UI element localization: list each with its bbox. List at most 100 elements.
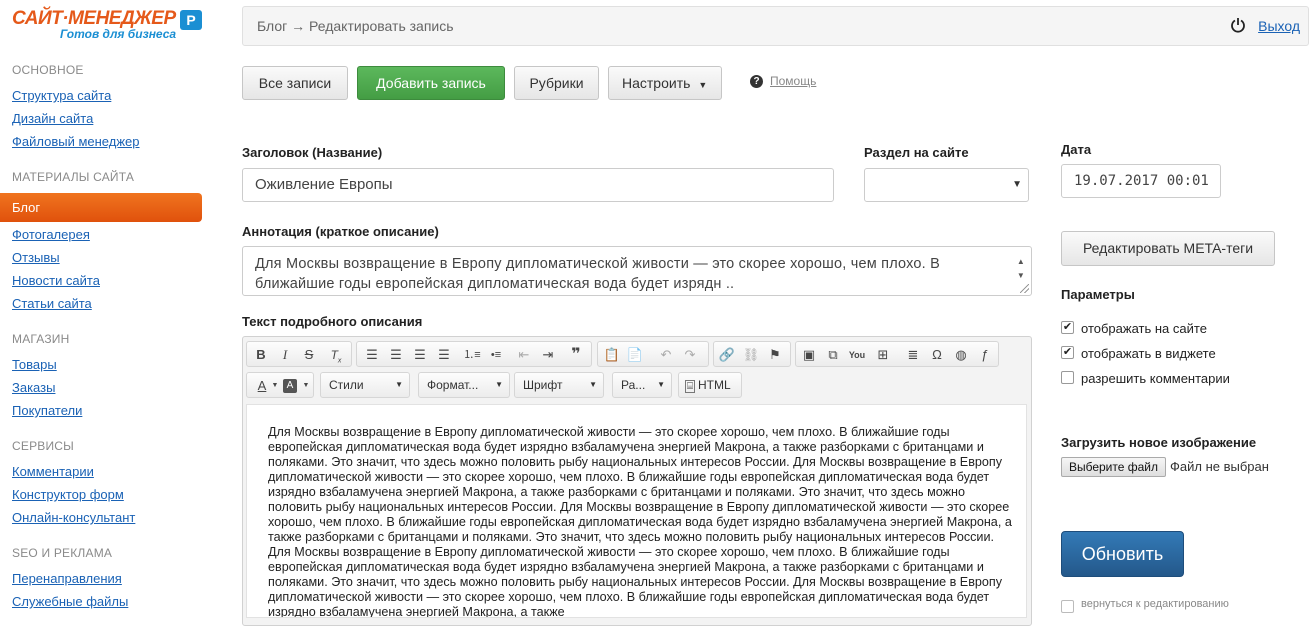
question-icon[interactable]: ? [750,75,763,88]
sidebar-section-title: СЕРВИСЫ [12,439,74,453]
help-link[interactable]: Помощь [770,74,816,88]
bg-color-caret-icon[interactable]: ▼ [295,375,317,397]
outdent-icon[interactable]: ⇤ [513,344,535,366]
sidebar-section-title: МАТЕРИАЛЫ САЙТА [12,170,135,184]
align-center-icon[interactable]: ☰ [385,344,407,366]
show-in-widget-label: отображать в виджете [1081,346,1216,361]
update-button[interactable]: Обновить [1061,531,1184,577]
caret-down-icon: ▼ [395,380,403,389]
bulleted-list-icon[interactable]: •≡ [485,344,507,366]
caret-down-icon: ▼ [698,80,708,90]
logo[interactable]: САЙТ·МЕНЕДЖЕР Готов для бизнеса P [12,8,212,48]
size-dropdown[interactable]: Ра... ▼ [612,372,672,398]
sidebar-section-title: ОСНОВНОЕ [12,63,84,77]
html-source-button[interactable]: ⌸ HTML [678,372,742,398]
image-icon[interactable]: ▣ [798,344,820,366]
sidebar-item-service-files[interactable]: Служебные файлы [12,594,128,609]
anchor-flag-icon[interactable]: ⚑ [764,344,786,366]
annotation-label: Аннотация (краткое описание) [242,224,439,239]
unlink-icon[interactable]: ⛓ [740,344,762,366]
sidebar-item-site-structure[interactable]: Структура сайта [12,88,111,103]
section-label: Раздел на сайте [864,145,969,160]
special-char-icon[interactable]: Ω [926,344,948,366]
body-label: Текст подробного описания [242,314,423,329]
section-select[interactable]: ▼ [864,168,1029,202]
caret-down-icon: ▼ [495,380,503,389]
font-dropdown-label: Шрифт [523,378,563,392]
allow-comments-checkbox[interactable] [1061,371,1074,384]
link-icon[interactable]: 🔗 [716,344,738,366]
indent-icon[interactable]: ⇥ [537,344,559,366]
media-icon[interactable]: ⧉ [822,344,844,366]
font-dropdown[interactable]: Шрифт ▼ [514,372,604,398]
toolbar-paragraph: ☰ ☰ ☰ ☰ ⒈≡ •≡ ⇤ ⇥ ❞ [356,341,592,367]
undo-icon[interactable]: ↶ [655,344,677,366]
sidebar: САЙТ·МЕНЕДЖЕР Готов для бизнеса P ОСНОВН… [0,0,210,618]
html-source-label: HTML [698,378,731,392]
numbered-list-icon[interactable]: ⒈≡ [461,344,483,366]
remove-format-icon[interactable]: Tx [325,344,347,366]
align-justify-icon[interactable]: ☰ [433,344,455,366]
styles-dropdown[interactable]: Стили ▼ [320,372,410,398]
youtube-icon[interactable]: You [846,344,868,366]
add-post-button[interactable]: Добавить запись [357,66,505,100]
sidebar-item-comments[interactable]: Комментарии [12,464,94,479]
configure-button[interactable]: Настроить ▼ [608,66,722,100]
toolbar-clipboard: 📋 📄 ↶ ↷ [597,341,709,367]
sidebar-item-photogallery[interactable]: Фотогалерея [12,227,90,242]
show-in-widget-checkbox[interactable]: ✔ [1061,346,1074,359]
align-right-icon[interactable]: ☰ [409,344,431,366]
redo-icon[interactable]: ↷ [679,344,701,366]
sidebar-item-site-design[interactable]: Дизайн сайта [12,111,93,126]
categories-button[interactable]: Рубрики [514,66,599,100]
sidebar-section-title: МАГАЗИН [12,332,70,346]
blockquote-icon[interactable]: ❞ [565,344,587,366]
edit-meta-tags-button[interactable]: Редактировать META-теги [1061,231,1275,266]
caret-down-icon: ▼ [589,380,597,389]
logout-link[interactable]: Выход [1258,18,1300,34]
sidebar-item-redirects[interactable]: Перенаправления [12,571,122,586]
date-input[interactable]: 19.07.2017 00:01 [1061,164,1221,198]
parameters-title: Параметры [1061,287,1135,302]
paste-text-icon[interactable]: 📄 [624,344,646,366]
select-arrow-icon: ▼ [1012,179,1022,190]
format-dropdown-label: Формат... [427,378,479,392]
scroll-down-icon[interactable]: ▼ [1017,266,1025,286]
all-posts-button[interactable]: Все записи [242,66,348,100]
flash-icon[interactable]: ƒ [974,344,996,366]
strikethrough-icon[interactable]: S [298,344,320,366]
iframe-icon[interactable]: ◍ [950,344,972,366]
power-icon[interactable] [1230,17,1246,33]
sidebar-item-site-news[interactable]: Новости сайта [12,273,100,288]
sidebar-item-file-manager[interactable]: Файловый менеджер [12,134,140,149]
choose-file-button[interactable]: Выберите файл [1061,457,1166,477]
upload-image-title: Загрузить новое изображение [1061,435,1257,450]
bold-icon[interactable]: B [250,344,272,366]
format-dropdown[interactable]: Формат... ▼ [418,372,510,398]
editor-body-text: Для Москвы возвращение в Европу дипломат… [268,425,1012,618]
sidebar-item-online-consultant[interactable]: Онлайн-консультант [12,510,135,525]
align-left-icon[interactable]: ☰ [361,344,383,366]
file-status: Файл не выбран [1170,459,1269,474]
table-icon[interactable]: ⊞ [872,344,894,366]
sidebar-item-orders[interactable]: Заказы [12,380,55,395]
logo-badge-icon: P [180,10,202,30]
title-label: Заголовок (Название) [242,145,383,160]
horizontal-rule-icon[interactable]: ≣ [902,344,924,366]
styles-dropdown-label: Стили [329,378,364,392]
show-on-site-checkbox[interactable]: ✔ [1061,321,1074,334]
paste-icon[interactable]: 📋 [601,344,623,366]
annotation-textarea[interactable]: Для Москвы возвращение в Европу дипломат… [242,246,1032,296]
return-to-edit-checkbox[interactable] [1061,600,1074,613]
sidebar-item-products[interactable]: Товары [12,357,57,372]
sidebar-item-blog[interactable]: Блог [0,193,202,222]
sidebar-item-customers[interactable]: Покупатели [12,403,82,418]
sidebar-item-form-builder[interactable]: Конструктор форм [12,487,124,502]
resize-handle-icon[interactable] [1020,284,1029,293]
title-input[interactable]: Оживление Европы [242,168,834,202]
sidebar-item-site-articles[interactable]: Статьи сайта [12,296,92,311]
italic-icon[interactable]: I [274,344,296,366]
sidebar-item-reviews[interactable]: Отзывы [12,250,60,265]
return-to-edit-label: вернуться к редактированию [1081,598,1229,610]
editor-content-area[interactable]: Для Москвы возвращение в Европу дипломат… [246,404,1027,618]
